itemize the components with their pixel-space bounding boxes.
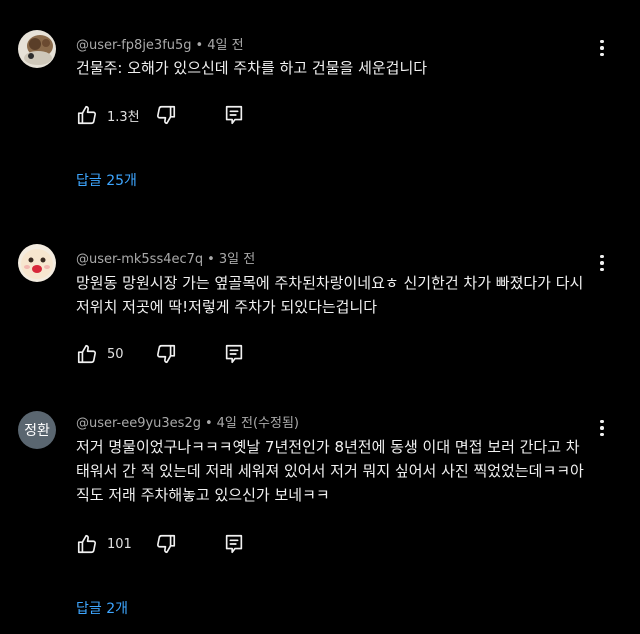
- like-count: 101: [107, 536, 132, 552]
- thumbs-down-icon[interactable]: [155, 343, 177, 365]
- comment-text: 건물주: 오해가 있으신데 주차를 하고 건물을 세운겁니다: [76, 59, 428, 77]
- view-replies-link[interactable]: 답글 2개: [76, 598, 128, 618]
- more-vert-icon[interactable]: [592, 416, 612, 440]
- comment-text: 망원동 망원시장 가는 옆골목에 주차된차랑이네요ㅎ 신기한건 차가 빠졌다가 …: [76, 274, 584, 316]
- reply-icon[interactable]: [223, 104, 245, 126]
- meta-separator: •: [195, 38, 204, 53]
- comment-meta: @user-ee9yu3es2g • 4일 전(수정됨): [76, 412, 299, 431]
- view-replies-link[interactable]: 답글 25개: [76, 170, 137, 190]
- comment-actions: 50: [76, 342, 245, 366]
- avatar-initials: 정환: [24, 423, 50, 439]
- comment-text: 저거 명물이었구나ㅋㅋㅋ옛날 7년전인가 8년전에 동생 이대 면접 보러 간다…: [76, 438, 584, 504]
- author-name[interactable]: @user-ee9yu3es2g: [76, 416, 201, 431]
- more-vert-icon[interactable]: [592, 251, 612, 275]
- comment-time: 4일 전(수정됨): [216, 416, 300, 431]
- thumbs-up-icon[interactable]: [76, 104, 98, 126]
- thumbs-up-icon[interactable]: [76, 533, 98, 555]
- comment-time: 4일 전: [207, 38, 244, 53]
- author-name[interactable]: @user-mk5ss4ec7q: [76, 252, 203, 267]
- comment-meta: @user-fp8je3fu5g • 4일 전: [76, 34, 244, 53]
- comment-meta: @user-mk5ss4ec7q • 3일 전: [76, 248, 255, 267]
- thumbs-up-icon[interactable]: [76, 343, 98, 365]
- meta-separator: •: [204, 416, 213, 431]
- avatar[interactable]: [18, 244, 56, 282]
- thumbs-down-icon[interactable]: [155, 533, 177, 555]
- thumbs-down-icon[interactable]: [155, 104, 177, 126]
- like-count: 50: [107, 346, 124, 362]
- comment-time: 3일 전: [218, 252, 256, 267]
- reply-icon[interactable]: [223, 343, 245, 365]
- comment-actions: 1.3천: [76, 103, 245, 127]
- meta-separator: •: [207, 252, 215, 267]
- like-count: 1.3천: [107, 109, 140, 125]
- comment-actions: 101: [76, 532, 245, 556]
- avatar[interactable]: [18, 30, 56, 68]
- avatar[interactable]: 정환: [18, 411, 56, 449]
- more-vert-icon[interactable]: [592, 36, 612, 60]
- reply-icon[interactable]: [223, 533, 245, 555]
- author-name[interactable]: @user-fp8je3fu5g: [76, 38, 192, 53]
